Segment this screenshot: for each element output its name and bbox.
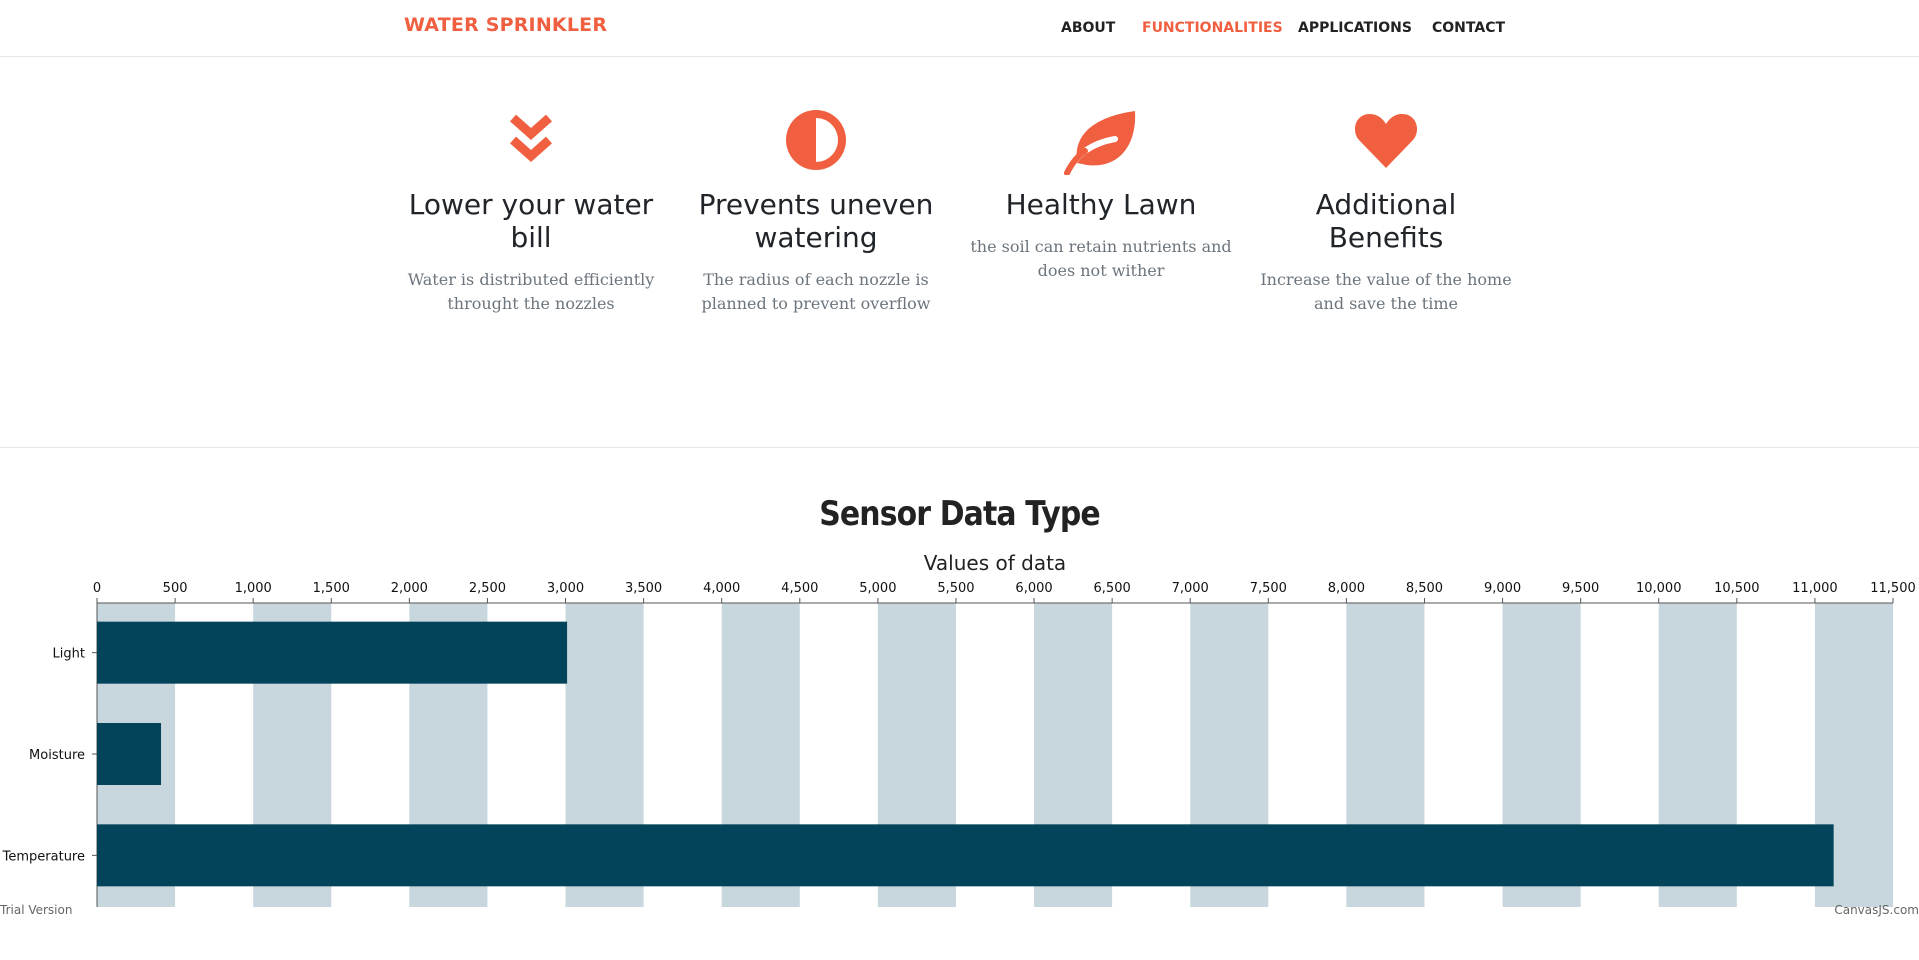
category-label: Temperature (2, 849, 85, 864)
feature-text: the soil can retain nutrients and does n… (970, 237, 1232, 280)
x-tick-label: 2,500 (469, 581, 506, 596)
nav-about[interactable]: ABOUT (1061, 20, 1115, 36)
x-tick-label: 8,500 (1406, 581, 1443, 596)
feature-title: Healthy Lawn (1005, 188, 1197, 221)
feature-text: The radius of each nozzle is planned to … (701, 270, 931, 313)
double-chevron-down-icon (399, 100, 663, 180)
feature-title: Lower your water bill (408, 188, 654, 254)
x-tick-label: 7,500 (1250, 581, 1287, 596)
x-tick-label: 10,500 (1714, 581, 1760, 596)
x-tick-label: 4,000 (703, 581, 740, 596)
x-tick-label: 9,000 (1484, 581, 1521, 596)
top-navbar: WATER SPRINKLER ABOUT FUNCTIONALITIES AP… (0, 0, 1919, 57)
x-tick-label: 500 (163, 581, 188, 596)
chart-title: Sensor Data Type (819, 494, 1100, 534)
section-divider (0, 447, 1919, 448)
feature-healthy-lawn: Healthy Lawn the soil can retain nutrien… (969, 100, 1233, 283)
x-tick-label: 11,500 (1870, 581, 1916, 596)
x-tick-label: 5,000 (859, 581, 896, 596)
nav-contact[interactable]: CONTACT (1432, 20, 1505, 36)
x-tick-label: 2,000 (391, 581, 428, 596)
x-tick-label: 1,000 (235, 581, 272, 596)
x-tick-label: 10,000 (1636, 581, 1682, 596)
feature-text: Water is distributed efficiently through… (407, 270, 655, 313)
nav-applications[interactable]: APPLICATIONS (1298, 20, 1412, 36)
trial-version-watermark: Trial Version (0, 903, 73, 917)
x-tick-label: 4,500 (781, 581, 818, 596)
heart-icon (1254, 100, 1518, 180)
leaf-icon (969, 100, 1233, 180)
category-label: Light (53, 647, 85, 662)
x-tick-label: 5,500 (937, 581, 974, 596)
x-tick-label: 8,000 (1328, 581, 1365, 596)
bar-moisture (97, 723, 162, 785)
x-tick-label: 3,500 (625, 581, 662, 596)
x-tick-label: 6,500 (1094, 581, 1131, 596)
canvasjs-watermark[interactable]: CanvasJS.com (1834, 903, 1919, 917)
x-tick-label: 6,000 (1015, 581, 1052, 596)
x-tick-label: 11,000 (1792, 581, 1838, 596)
x-tick-label: 0 (93, 581, 101, 596)
x-tick-label: 9,500 (1562, 581, 1599, 596)
bar-light (97, 621, 568, 684)
category-label: Moisture (29, 748, 85, 763)
brand-logo-link[interactable]: WATER SPRINKLER (404, 14, 607, 36)
bar-chart: Values of data 0 500 1,000 1,500 2,000 2,500 3,… (2, 551, 1916, 907)
feature-title: Prevents uneven watering (698, 188, 934, 254)
x-tick-label: 7,000 (1172, 581, 1209, 596)
axis-title: Values of data (924, 551, 1066, 575)
feature-text: Increase the value of the home and save … (1260, 270, 1512, 313)
bar-temperature (97, 824, 1834, 887)
nav-functionalities[interactable]: FUNCTIONALITIES (1142, 20, 1283, 36)
feature-title: Additional Benefits (1315, 188, 1457, 254)
x-tick-label: 3,000 (547, 581, 584, 596)
half-circle-icon (684, 100, 948, 180)
feature-additional-benefits: Additional Benefits Increase the value o… (1254, 100, 1518, 316)
feature-lower-water-bill: Lower your water bill Water is distribut… (399, 100, 663, 316)
x-tick-label: 1,500 (313, 581, 350, 596)
feature-prevents-uneven-watering: Prevents uneven watering The radius of e… (684, 100, 948, 316)
